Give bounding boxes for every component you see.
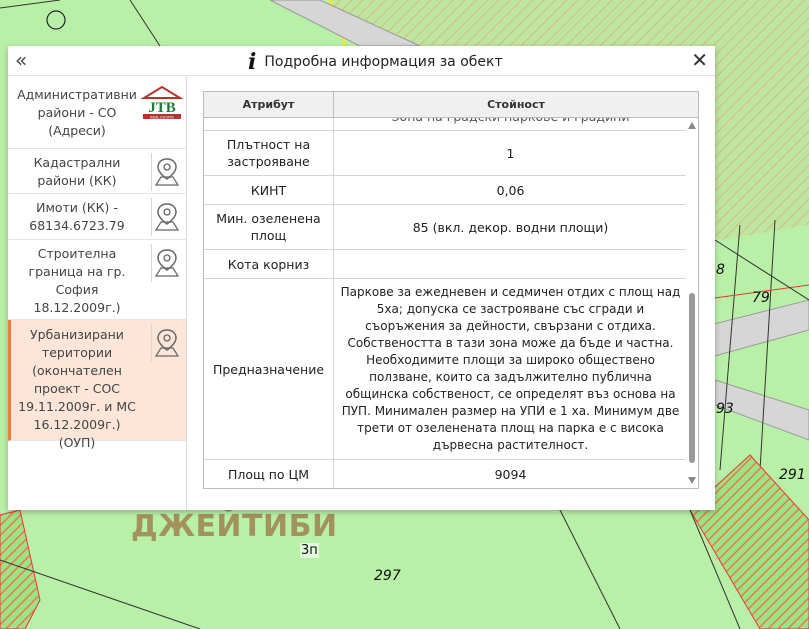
layer-item-active[interactable]: Урбанизирани територии (окончателен прое… (8, 320, 186, 450)
layer-item-label: Кадастрални райони (КК) (33, 155, 121, 188)
attribute-cell: Кота корниз (204, 250, 334, 278)
dialog-header: « i Подробна информация за обект ✕ (8, 46, 715, 76)
layer-item-label: Имоти (КК) - 68134.6723.79 (29, 200, 125, 233)
value-cell: Паркове за ежедневен и седмичен отдих с … (340, 285, 681, 452)
layer-item-label: Административни райони - СО (Адреси) (17, 87, 137, 138)
value-cell: 1 (506, 145, 515, 161)
map-brand-label: ДЖЕЙТИБИ (131, 509, 338, 544)
scroll-up-icon[interactable] (688, 122, 696, 129)
logo-text: JTB (148, 100, 176, 116)
attribute-cell: Предназначение (204, 279, 334, 459)
map-number-label: 8 (716, 262, 725, 278)
map-pin-icon[interactable] (151, 153, 181, 191)
column-header-value: Стойност (487, 98, 545, 111)
layer-list: Административни райони - СО (Адреси) JTB… (8, 76, 187, 510)
map-number-label: 297 (374, 568, 401, 584)
value-cell: 85 (вкл. декор. водни площи) (412, 219, 609, 235)
map-pin-icon[interactable] (151, 244, 181, 282)
attribute-cell: Мин. озеленена площ (204, 205, 334, 249)
layer-item-label: Урбанизирани територии (окончателен прое… (18, 327, 136, 450)
table-header: Атрибут Стойност (204, 92, 698, 118)
map-pin-icon[interactable] (151, 198, 181, 236)
scrollbar-thumb[interactable] (689, 293, 695, 463)
table-row: Предназначение Паркове за ежедневен и се… (204, 279, 686, 460)
dialog-title: Подробна информация за обект (264, 54, 503, 70)
double-chevron-left-icon[interactable]: « (15, 50, 27, 70)
dialog-title-group: i Подробна информация за обект (248, 51, 503, 73)
map-number-label: 93 (716, 401, 734, 417)
company-logo: JTB REAL ESTATE (140, 85, 184, 120)
value-cell: Зона на градски паркове и градини (335, 118, 686, 130)
value-cell (335, 250, 686, 278)
value-cell: 9094 (494, 466, 527, 482)
layer-item[interactable]: Кадастрални райони (КК) (8, 149, 186, 194)
table-scrollbar[interactable] (686, 118, 698, 488)
map-pin-icon[interactable] (151, 324, 181, 362)
attribute-cell: Площ по ЦМ (204, 460, 334, 488)
table-row: Площ по ЦМ 9094 (204, 460, 686, 488)
attribute-cell: КИНТ (204, 176, 334, 204)
layer-item[interactable]: Административни райони - СО (Адреси) JTB… (8, 76, 186, 149)
attributes-table[interactable]: Атрибут Стойност Зона на градски паркове… (203, 91, 699, 489)
layer-item[interactable]: Имоти (КК) - 68134.6723.79 (8, 194, 186, 240)
value-cell: 0,06 (496, 182, 525, 198)
info-icon: i (248, 49, 257, 75)
map-number-label: 79 (752, 290, 770, 306)
scroll-down-icon[interactable] (688, 477, 696, 484)
column-header-attribute: Атрибут (204, 92, 334, 118)
table-row: КИНТ 0,06 (204, 176, 686, 205)
layer-item[interactable]: Строителна граница на гр. София 18.12.20… (8, 240, 186, 333)
map-tag-label: 3п (300, 543, 319, 558)
logo-subtext: REAL ESTATE (150, 115, 174, 119)
close-icon[interactable]: ✕ (691, 49, 708, 71)
attribute-cell: Плътност на застрояване (204, 131, 334, 175)
table-row: Зона на градски паркове и градини (204, 118, 686, 131)
attribute-cell (204, 118, 334, 130)
object-info-dialog: « i Подробна информация за обект ✕ Админ… (8, 46, 715, 510)
table-row: Мин. озеленена площ 85 (вкл. декор. водн… (204, 205, 686, 250)
map-number-label: 291 (779, 467, 806, 483)
table-row: Кота корниз (204, 250, 686, 279)
table-row: Плътност на застрояване 1 (204, 131, 686, 176)
